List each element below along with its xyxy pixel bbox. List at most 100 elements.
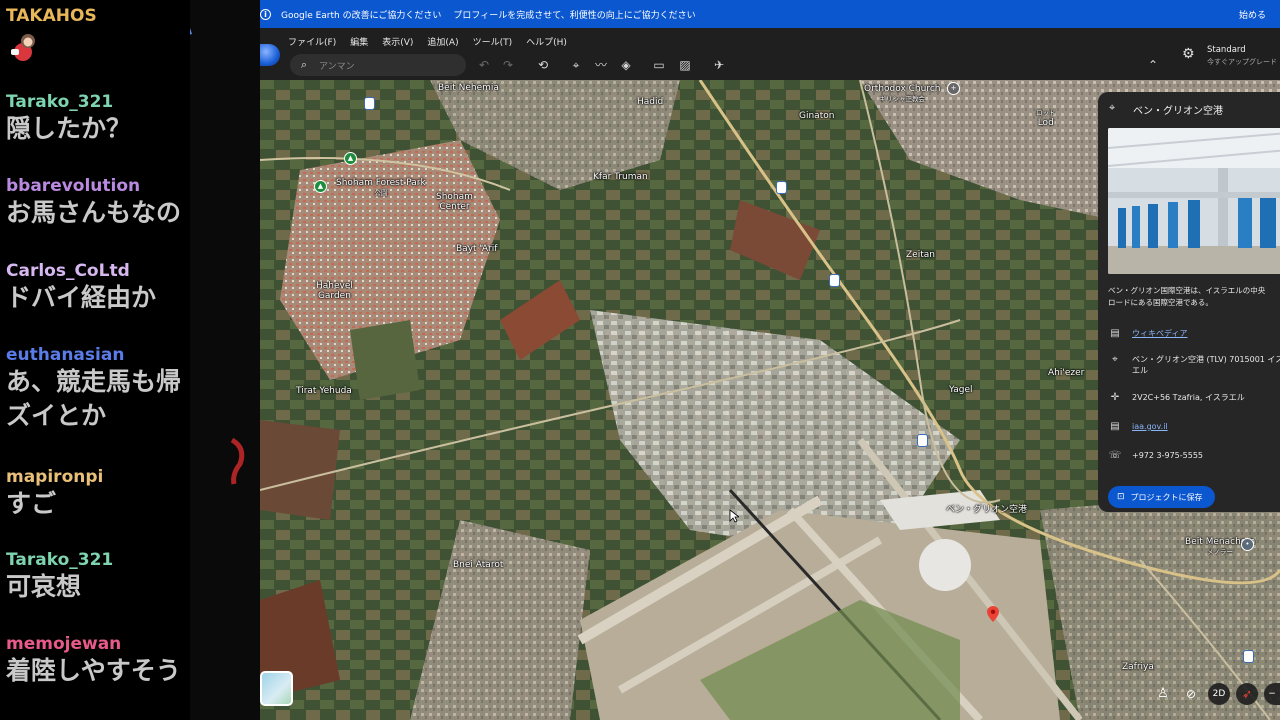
minimap-thumbnail[interactable]	[260, 671, 293, 706]
chat-message: euthanasian あ、競走馬も帰 ズイとか	[6, 345, 190, 433]
place-label: Yagel	[949, 385, 973, 395]
chat-text: 隠したか？	[6, 114, 132, 143]
phone-icon: ☏	[1108, 450, 1122, 461]
place-label: Zeitan	[906, 250, 935, 260]
chat-text: お馬さんもなの	[6, 198, 182, 227]
place-label-subtext: 公園	[374, 189, 388, 197]
place-label-subtext: ギリシャ正教会	[879, 95, 926, 103]
chat-message: memojewan 着陸しやすそう	[6, 634, 190, 688]
chat-username: bbarevolution	[6, 176, 141, 196]
chat-text: 可哀想	[6, 572, 82, 601]
search-input[interactable]: ⌕ アンマン	[290, 54, 466, 76]
history-icon[interactable]: ⟲	[535, 57, 551, 73]
avatar	[11, 34, 35, 61]
gear-icon[interactable]: ⚙	[1182, 46, 1195, 62]
chat-message: TAKAHOS	[6, 6, 190, 68]
place-label-text: Orthodox Church	[864, 84, 941, 94]
place-label: ロッド Lod	[1036, 108, 1056, 128]
park-icon[interactable]: ▲	[344, 152, 357, 165]
plus-code-icon: ✛	[1110, 392, 1120, 403]
article-icon: ▤	[1110, 328, 1120, 339]
chat-text-continued: ズイとか	[6, 401, 107, 430]
place-label-text: Garden	[317, 291, 351, 301]
zoom-control[interactable]: −	[1264, 683, 1280, 705]
ruler-icon[interactable]: ▭	[651, 57, 667, 73]
place-label-text: Lod	[1037, 118, 1054, 128]
road-shield-icon	[1243, 650, 1254, 663]
place-label: Zafriya	[1122, 662, 1154, 672]
chat-username: Carlos_CoLtd	[6, 261, 130, 281]
image-overlay-icon[interactable]: ▨	[677, 57, 693, 73]
terminal-photo-image	[1108, 128, 1280, 274]
menu-help[interactable]: ヘルプ(H)	[526, 35, 567, 48]
path-icon[interactable]: 〰	[593, 57, 609, 73]
search-text: アンマン	[319, 61, 355, 72]
chat-username: euthanasian	[6, 345, 125, 365]
mouse-cursor-icon	[729, 509, 739, 523]
menu-file[interactable]: ファイル(F)	[288, 35, 336, 48]
place-label: Ginaton	[799, 111, 835, 121]
place-label-subtext: ロッド	[1036, 109, 1056, 117]
hide-3d-icon[interactable]: ⊘	[1180, 683, 1202, 705]
location-pin-icon[interactable]	[987, 606, 999, 622]
feedback-banner: i Google Earth の改善にご協力ください プロフィールを完成させて、…	[260, 0, 1280, 28]
chat-username: Tarako_321	[6, 92, 114, 112]
website-icon: ▤	[1110, 421, 1120, 432]
menu-view[interactable]: 表示(V)	[382, 35, 413, 48]
undo-icon[interactable]: ↶	[476, 57, 492, 73]
compass-icon[interactable]: ➶	[1236, 683, 1258, 705]
bookmark-icon: ⊡	[1117, 492, 1125, 502]
airport-map-label[interactable]: ベン・グリオン空港	[946, 505, 1027, 515]
place-label: Ahi'ezer	[1048, 368, 1085, 378]
website-link[interactable]: iaa.gov.il	[1132, 421, 1168, 432]
chat-text: あ、競走馬も帰	[6, 367, 182, 396]
map-controls: ♙ ⊘ 2D ➶ −	[1152, 683, 1280, 707]
wikipedia-link[interactable]: ウィキペディア	[1132, 328, 1187, 339]
upgrade-link[interactable]: 今すぐアップグレード	[1207, 57, 1277, 67]
pegman-icon[interactable]: ♙	[1152, 683, 1174, 705]
save-button-label: プロジェクトに保存	[1130, 492, 1203, 502]
road-shield-icon	[829, 274, 840, 287]
chat-message: Tarako_321 隠したか？	[6, 92, 190, 146]
place-photo[interactable]	[1108, 128, 1280, 274]
phone-text: +972 3-975-5555	[1132, 451, 1204, 460]
placemark-icon[interactable]: ⌖	[568, 57, 584, 73]
chat-message: bbarevolution お馬さんもなの	[6, 176, 190, 230]
flight-simulator-icon[interactable]: ✈	[711, 57, 727, 73]
background-window-art	[190, 28, 245, 485]
park-icon[interactable]: ▲	[314, 180, 327, 193]
menu-edit[interactable]: 編集	[350, 35, 368, 48]
toggle-2d-button[interactable]: 2D	[1208, 683, 1230, 705]
layers-icon[interactable]: ◈	[618, 57, 634, 73]
menu-items: ファイル(F) 編集 表示(V) 追加(A) ツール(T) ヘルプ(H)	[288, 35, 581, 48]
location-pin-icon: ⌖	[1112, 354, 1118, 365]
road-shield-icon	[776, 181, 787, 194]
info-icon: i	[260, 8, 271, 20]
plan-title: Standard	[1207, 45, 1246, 55]
banner-text: Google Earth の改善にご協力ください	[281, 10, 442, 21]
stream-chat: TAKAHOS Tarako_321 隠したか？ bbarevolution お…	[0, 0, 190, 720]
menu-add[interactable]: 追加(A)	[427, 35, 458, 48]
save-to-project-button[interactable]: ⊡ プロジェクトに保存	[1108, 486, 1215, 508]
address-text: ベン・グリオン空港 (TLV) 7015001 イス エル	[1132, 355, 1280, 375]
place-label: Beit Nehemia	[438, 83, 499, 93]
place-label-text: Shoham Forest Park	[336, 178, 426, 188]
chat-message: Carlos_CoLtd ドバイ経由か	[6, 261, 190, 315]
location-pin-icon: ⌖	[1109, 101, 1116, 114]
chat-username: TAKAHOS	[6, 6, 97, 26]
google-earth-window: Beit Nehemia Hadid Ginaton Orthodox Chur…	[260, 0, 1280, 720]
redo-icon[interactable]: ↷	[500, 57, 516, 73]
start-button[interactable]: 始める	[1239, 8, 1266, 21]
chat-username: mapironpi	[6, 467, 104, 487]
menu-tools[interactable]: ツール(T)	[473, 35, 513, 48]
place-label: Orthodox Church ギリシャ正教会	[864, 84, 941, 104]
place-info-panel: ⌖ ベン・グリオン空港 ベン・グリオン国際空港は、イスラエルの中央 ロードにある…	[1098, 92, 1280, 512]
place-label: Hadid	[637, 97, 664, 107]
church-icon[interactable]: +	[947, 82, 960, 95]
account-plan[interactable]: ⚙ Standard 今すぐアップグレード	[1165, 28, 1280, 80]
chat-text: 着陸しやすそう	[6, 656, 181, 685]
plus-code-text: 2V2C+56 Tzafria, イスラエル	[1132, 393, 1245, 402]
toolbar: ⌕ アンマン ↶ ↷ ⟲ ⌖ 〰 ◈ ▭ ▨ ✈ ⌃	[260, 52, 1280, 80]
collapse-chevron-icon[interactable]: ⌃	[1145, 57, 1161, 73]
place-icon[interactable]: •	[1241, 538, 1254, 551]
